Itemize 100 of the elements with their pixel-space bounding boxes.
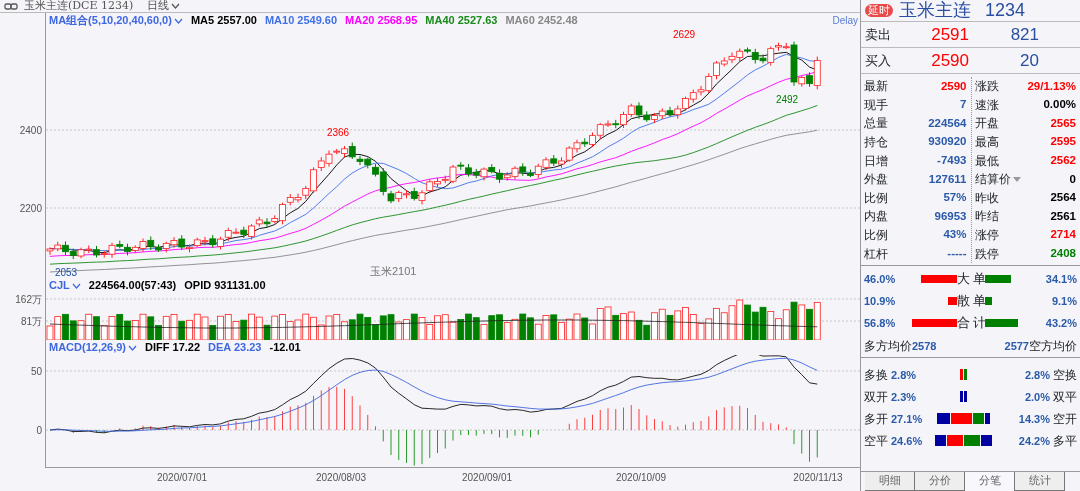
- legend-text: MA60 2452.48: [505, 13, 578, 29]
- indicator-selector[interactable]: MACD(12,26,9): [49, 339, 127, 356]
- stat-value: 2564: [1050, 190, 1076, 206]
- tab[interactable]: 统计: [1015, 472, 1065, 491]
- stat-label: 昨结: [974, 208, 999, 226]
- stat-label: 最新: [864, 78, 888, 96]
- price-label: 2492: [775, 94, 799, 105]
- axis-label: 81万: [20, 316, 42, 327]
- stat-value: -----: [947, 246, 967, 261]
- contract-label: 玉米2101: [370, 265, 417, 277]
- stat-value: 57%: [943, 190, 967, 206]
- stat-label: 杠杆: [864, 245, 888, 263]
- stat-label: 日增: [864, 152, 888, 170]
- instrument-name: 玉米主连: [899, 0, 971, 22]
- stat-value: 2565: [1050, 115, 1076, 131]
- stat-value: 0.00%: [1043, 97, 1076, 113]
- stat-label: 昨收: [974, 189, 999, 207]
- stat-value: 2595: [1050, 134, 1076, 150]
- stat-value: 0: [1069, 171, 1076, 187]
- order-label: 卖出: [864, 25, 892, 44]
- stat-label: 持仓: [864, 134, 888, 152]
- legend-text: MA40 2527.63: [425, 13, 498, 29]
- axis-label: 0: [36, 425, 42, 436]
- stat-value: 127611: [928, 171, 967, 187]
- stat-value: 96953: [934, 208, 967, 224]
- stat-label: 内盘: [864, 208, 888, 226]
- legend-text: MA10 2549.60: [264, 13, 338, 29]
- legend-text: -12.01: [269, 340, 301, 356]
- delay-badge: 延时: [865, 4, 893, 17]
- average-value: 2578: [912, 340, 937, 353]
- order-price: 2591: [930, 23, 969, 46]
- position-label: 空平: [864, 432, 888, 450]
- indicator-selector[interactable]: MA组合(5,10,20,40,60,0): [49, 12, 172, 29]
- tab[interactable]: 分笔: [965, 472, 1015, 491]
- stat-label: 最高: [974, 134, 999, 152]
- axis-label: 50: [30, 366, 42, 377]
- stat-label: 速涨: [974, 96, 999, 114]
- date-label: 2020/11/13: [793, 472, 843, 483]
- stat-value: 2561: [1050, 208, 1076, 224]
- position-percent: 14.3%: [1017, 411, 1051, 427]
- delay-label: Delay: [832, 14, 859, 28]
- order-type-label: 合 计: [956, 314, 985, 333]
- buy-percent: 10.9%: [864, 293, 897, 309]
- position-percent: 24.6%: [890, 433, 924, 449]
- price-label: 2366: [326, 127, 350, 138]
- indicator-selector[interactable]: CJL: [49, 277, 70, 294]
- stat-label: 最低: [974, 152, 999, 170]
- sell-percent: 43.2%: [1044, 315, 1077, 331]
- period-selector[interactable]: 日线: [147, 0, 170, 15]
- legend-text: MA20 2568.95: [345, 13, 418, 29]
- date-label: 2020/09/01: [461, 472, 513, 483]
- date-label: 2020/10/09: [615, 472, 667, 483]
- date-label: 2020/08/03: [315, 472, 367, 483]
- stat-label: 开盘: [974, 115, 999, 133]
- axis-label: 162万: [15, 294, 42, 305]
- chart-title: 玉米主连(DCE 1234): [24, 0, 134, 14]
- legend-text: OPID 931131.00: [184, 278, 266, 294]
- legend-text: DEA 23.23: [208, 340, 262, 356]
- stat-label: 结算价: [974, 171, 1011, 189]
- stat-label: 比例: [864, 227, 888, 245]
- stat-label: 涨跌: [974, 78, 999, 96]
- buy-percent: 56.8%: [864, 315, 897, 331]
- position-label: 多平: [1053, 432, 1077, 450]
- stat-value: 43%: [943, 227, 967, 243]
- legend-text: 224564.00(57:43): [88, 278, 177, 294]
- buy-percent: 46.0%: [864, 271, 897, 287]
- average-label: 空方均价: [1029, 339, 1077, 354]
- position-label: 多换: [864, 366, 888, 384]
- stat-value: 930920: [928, 134, 967, 150]
- stat-value: 224564: [928, 115, 967, 131]
- average-value: 2577: [1004, 340, 1029, 353]
- sell-percent: 9.1%: [1050, 293, 1077, 309]
- position-percent: 2.3%: [890, 389, 918, 405]
- legend-text: MA5 2557.00: [190, 13, 257, 29]
- stat-label: 现手: [864, 96, 888, 114]
- position-percent: 2.0%: [1023, 389, 1051, 405]
- price-label: 2629: [672, 29, 696, 40]
- position-label: 空换: [1053, 366, 1077, 384]
- tab[interactable]: 明细: [865, 472, 915, 491]
- stat-label: 跌停: [974, 245, 999, 263]
- tab[interactable]: 分价: [915, 472, 965, 491]
- axis-label: 2400: [19, 125, 42, 136]
- stat-value: -7493: [937, 153, 967, 169]
- position-label: 空开: [1053, 410, 1077, 428]
- stat-value: 2562: [1050, 153, 1076, 169]
- order-label: 买入: [864, 51, 892, 70]
- order-volume: 821: [1009, 23, 1039, 46]
- position-percent: 2.8%: [890, 367, 918, 383]
- position-percent: 24.2%: [1017, 433, 1051, 449]
- axis-label: 2200: [19, 203, 42, 214]
- legend-text: DIFF 17.22: [145, 340, 201, 356]
- position-label: 多开: [864, 410, 888, 428]
- average-label: 多方均价: [864, 339, 912, 354]
- price-label: 2053: [54, 267, 78, 278]
- position-percent: 27.1%: [890, 411, 924, 427]
- stat-label: 总量: [864, 115, 888, 133]
- instrument-code: 1234: [985, 0, 1026, 22]
- stat-label: 涨停: [974, 227, 999, 245]
- stat-label: 比例: [864, 189, 888, 207]
- order-volume: 20: [1019, 49, 1039, 72]
